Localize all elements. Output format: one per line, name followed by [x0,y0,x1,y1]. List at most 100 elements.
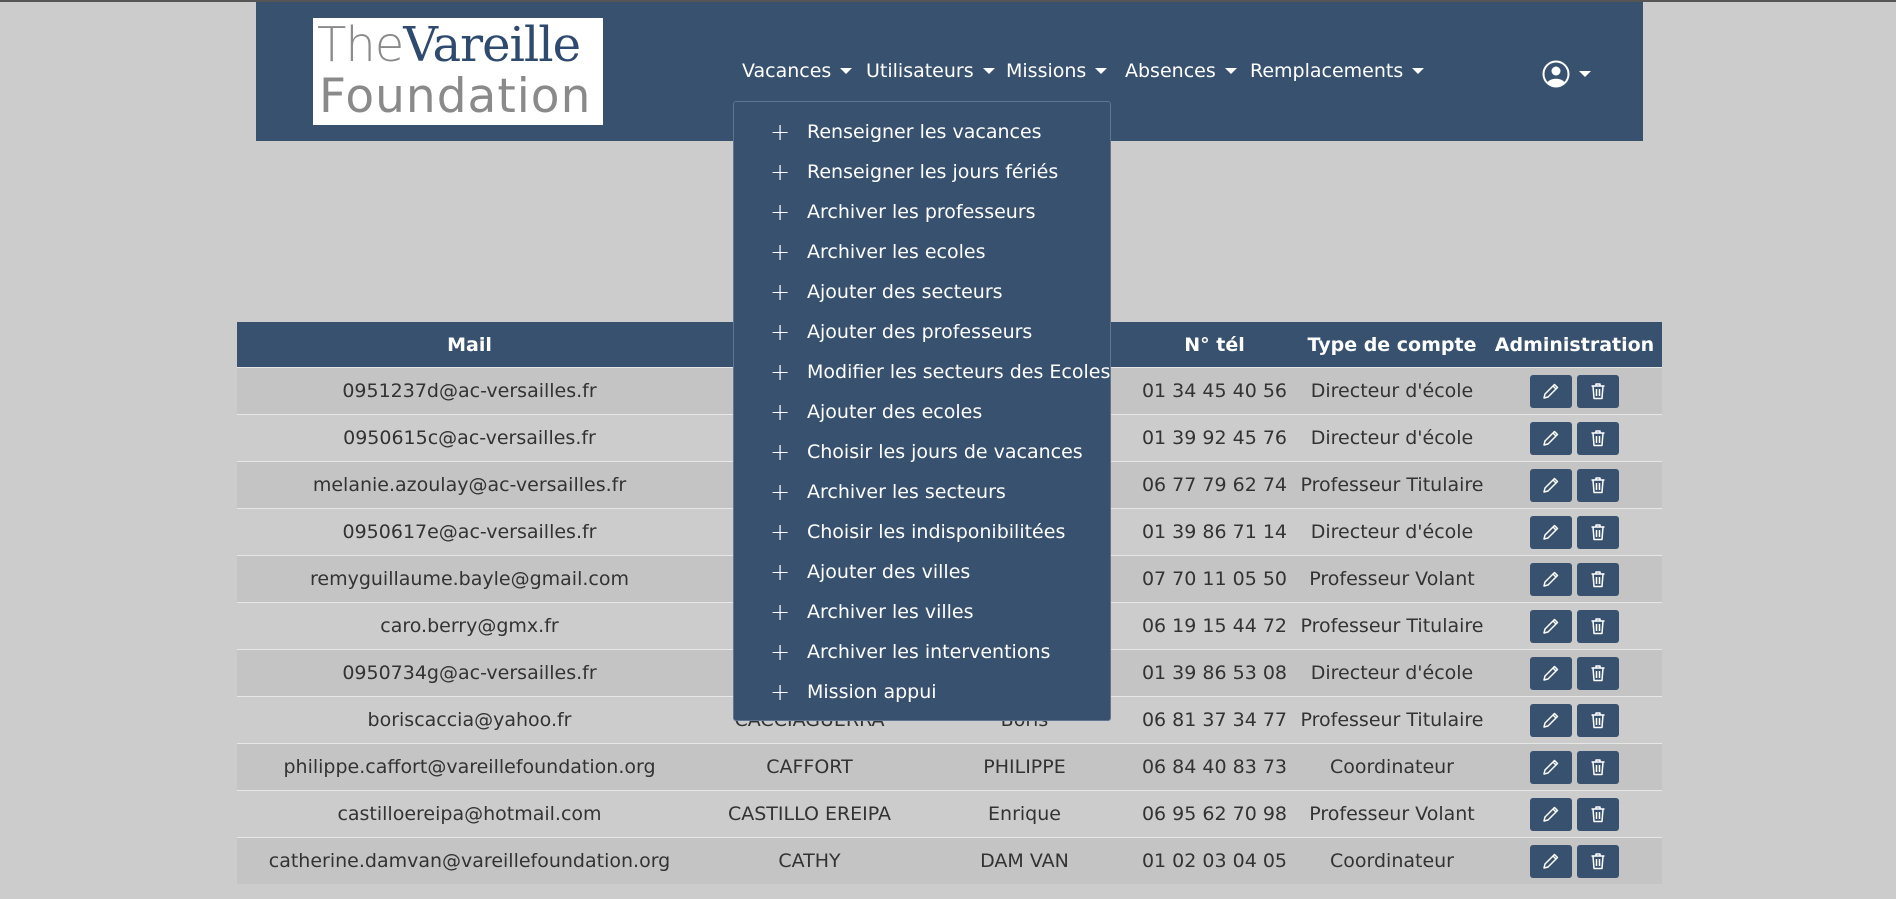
trash-icon [1588,851,1608,871]
cell-tel: 01 39 86 71 14 [1132,508,1297,556]
plus-icon: + [770,318,791,346]
cell-admin [1487,743,1662,791]
edit-button[interactable] [1530,797,1572,831]
cell-type: Professeur Titulaire [1297,696,1487,744]
table-row: catherine.damvan@vareillefoundation.org C… [237,837,1662,884]
cell-mail: caro.berry@gmx.fr [237,602,702,650]
caret-down-icon [1579,71,1591,77]
dropdown-item[interactable]: + Modifier les secteurs des Ecoles [734,352,1110,392]
header-mail[interactable]: Mail [237,322,702,368]
cell-tel: 06 81 37 34 77 [1132,696,1297,744]
dropdown-item-label: Ajouter des villes [807,561,971,583]
trash-icon [1588,522,1608,542]
dropdown-item[interactable]: + Ajouter des professeurs [734,312,1110,352]
cell-mail: remyguillaume.bayle@gmail.com [237,555,702,603]
nav-remplacements[interactable]: Remplacements [1250,60,1425,82]
cell-nom: CATHY [702,837,917,884]
plus-icon: + [770,198,791,226]
delete-button[interactable] [1577,421,1619,455]
logo-the: The [317,17,404,73]
dropdown-item-label: Archiver les secteurs [807,481,1006,503]
trash-icon [1588,616,1608,636]
logo[interactable]: TheVareille Foundation [313,18,603,125]
edit-button[interactable] [1530,468,1572,502]
dropdown-item[interactable]: + Ajouter des ecoles [734,392,1110,432]
delete-button[interactable] [1577,750,1619,784]
dropdown-item-label: Ajouter des secteurs [807,281,1003,303]
pencil-icon [1541,522,1561,542]
edit-button[interactable] [1530,656,1572,690]
edit-button[interactable] [1530,703,1572,737]
cell-tel: 01 39 92 45 76 [1132,414,1297,462]
delete-button[interactable] [1577,656,1619,690]
cell-prenom: Enrique [917,790,1132,838]
user-menu[interactable] [1542,60,1591,88]
pencil-icon [1541,757,1561,777]
cell-tel: 07 70 11 05 50 [1132,555,1297,603]
nav-absences[interactable]: Absences [1125,60,1237,82]
vacances-dropdown-menu: + Renseigner les vacances + Renseigner les … [733,101,1111,721]
delete-button[interactable] [1577,515,1619,549]
cell-prenom: DAM VAN [917,837,1132,884]
nav-vacances[interactable]: Vacances [742,60,853,82]
cell-tel: 06 84 40 83 73 [1132,743,1297,791]
nav-absences-label: Absences [1125,60,1216,82]
dropdown-item[interactable]: + Archiver les secteurs [734,472,1110,512]
dropdown-item[interactable]: + Mission appui [734,672,1110,712]
dropdown-item-label: Renseigner les vacances [807,121,1042,143]
dropdown-item[interactable]: + Archiver les professeurs [734,192,1110,232]
edit-button[interactable] [1530,609,1572,643]
cell-type: Professeur Volant [1297,790,1487,838]
plus-icon: + [770,638,791,666]
logo-vareille: Vareille [403,17,581,73]
nav-missions[interactable]: Missions [1006,60,1108,82]
dropdown-item[interactable]: + Renseigner les vacances [734,112,1110,152]
edit-button[interactable] [1530,421,1572,455]
cell-admin [1487,602,1662,650]
caret-down-icon [1412,68,1425,74]
delete-button[interactable] [1577,562,1619,596]
delete-button[interactable] [1577,374,1619,408]
delete-button[interactable] [1577,468,1619,502]
trash-icon [1588,475,1608,495]
edit-button[interactable] [1530,750,1572,784]
dropdown-item[interactable]: + Ajouter des villes [734,552,1110,592]
nav-vacances-label: Vacances [742,60,832,82]
cell-mail: melanie.azoulay@ac-versailles.fr [237,461,702,509]
header-type[interactable]: Type de compte [1297,322,1487,368]
delete-button[interactable] [1577,844,1619,878]
header-admin: Administration [1487,322,1662,368]
plus-icon: + [770,398,791,426]
edit-button[interactable] [1530,374,1572,408]
cell-mail: 0950734g@ac-versailles.fr [237,649,702,697]
cell-tel: 01 39 86 53 08 [1132,649,1297,697]
nav-utilisateurs[interactable]: Utilisateurs [866,60,995,82]
cell-nom: CASTILLO EREIPA [702,790,917,838]
header-tel[interactable]: N° tél [1132,322,1297,368]
edit-button[interactable] [1530,515,1572,549]
edit-button[interactable] [1530,562,1572,596]
dropdown-item[interactable]: + Archiver les villes [734,592,1110,632]
edit-button[interactable] [1530,844,1572,878]
delete-button[interactable] [1577,703,1619,737]
dropdown-item[interactable]: + Choisir les jours de vacances [734,432,1110,472]
cell-prenom: PHILIPPE [917,743,1132,791]
trash-icon [1588,710,1608,730]
dropdown-item[interactable]: + Renseigner les jours fériés [734,152,1110,192]
cell-admin [1487,555,1662,603]
dropdown-item[interactable]: + Archiver les interventions [734,632,1110,672]
dropdown-item-label: Ajouter des professeurs [807,321,1033,343]
plus-icon: + [770,438,791,466]
nav-missions-label: Missions [1006,60,1087,82]
pencil-icon [1541,475,1561,495]
delete-button[interactable] [1577,609,1619,643]
cell-admin [1487,837,1662,884]
trash-icon [1588,663,1608,683]
cell-mail: philippe.caffort@vareillefoundation.org [237,743,702,791]
dropdown-item[interactable]: + Archiver les ecoles [734,232,1110,272]
delete-button[interactable] [1577,797,1619,831]
dropdown-item-label: Modifier les secteurs des Ecoles [807,361,1111,383]
dropdown-item[interactable]: + Ajouter des secteurs [734,272,1110,312]
dropdown-item[interactable]: + Choisir les indisponibilitées [734,512,1110,552]
cell-tel: 01 34 45 40 56 [1132,367,1297,415]
